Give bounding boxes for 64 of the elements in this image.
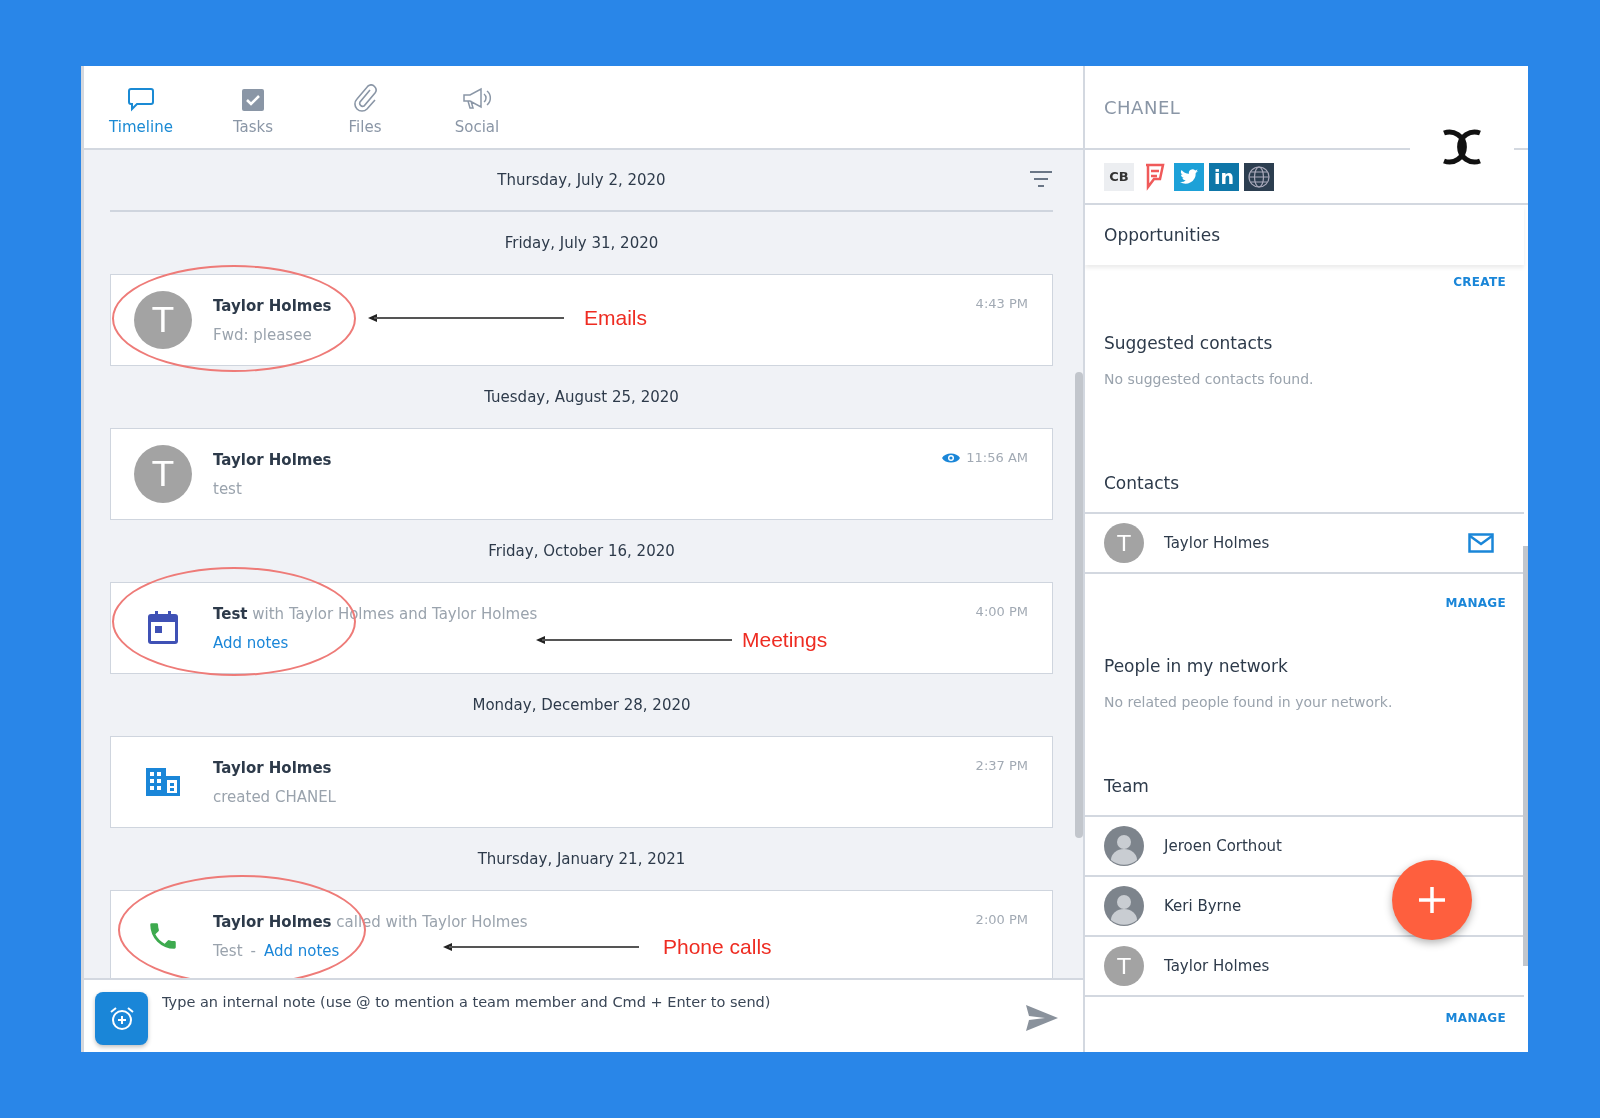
globe-icon[interactable]	[1244, 162, 1274, 191]
separator: -	[250, 941, 256, 960]
date-heading: Friday, October 16, 2020	[488, 542, 675, 560]
timeline-card[interactable]: T Taylor Holmes test 11:56 AM	[110, 428, 1053, 520]
section-title: Team	[1103, 776, 1150, 796]
add-notes-link[interactable]: Add notes	[213, 633, 289, 652]
annotation-label: Meetings	[742, 628, 828, 652]
date-heading: Friday, July 31, 2020	[504, 234, 659, 252]
manage-link[interactable]: MANAGE	[1445, 596, 1506, 610]
entry-time: 2:00 PM	[975, 912, 1028, 927]
team-member-row[interactable]: T Taylor Holmes	[1085, 937, 1524, 997]
scrollbar[interactable]	[1075, 372, 1083, 838]
megaphone-icon	[461, 86, 493, 112]
entry-time: 11:56 AM	[966, 450, 1028, 465]
calendar-icon	[146, 610, 180, 646]
avatar-icon: T	[1104, 946, 1144, 986]
entry-title: Taylor Holmes	[213, 450, 332, 469]
plus-icon	[1417, 885, 1447, 915]
entry-note: test	[213, 479, 242, 498]
create-link[interactable]: CREATE	[1453, 275, 1506, 289]
scrollbar[interactable]	[1523, 546, 1528, 966]
checkbox-icon	[241, 88, 265, 112]
profile-link[interactable]: in	[1209, 162, 1239, 191]
entry-time: 4:00 PM	[975, 604, 1028, 619]
entry-note: created CHANEL	[213, 787, 336, 806]
avatar-silhouette-icon	[1104, 886, 1144, 926]
date-heading: Thursday, July 2, 2020	[497, 171, 666, 189]
avatar-icon: T	[134, 445, 192, 503]
building-icon	[144, 766, 182, 798]
entry-title: Taylor Holmes	[213, 758, 332, 777]
filter-icon[interactable]	[1029, 170, 1053, 188]
date-heading: Tuesday, August 25, 2020	[484, 388, 679, 406]
paperclip-icon	[352, 84, 378, 112]
entry-title: Taylor Holmes	[213, 296, 332, 315]
entry-note: Fwd: pleasee	[213, 325, 312, 344]
section-title: Contacts	[1103, 473, 1180, 493]
empty-message: No suggested contacts found.	[1103, 371, 1315, 387]
note-input-field[interactable]: Type an internal note (use @ to mention a team member and Cmd + Enter to send)	[160, 993, 1025, 1011]
reminder-button[interactable]	[95, 992, 148, 1045]
avatar-silhouette-icon	[1104, 826, 1144, 866]
entry-note: Test	[213, 941, 243, 960]
avatar-icon: T	[1104, 523, 1144, 563]
manage-link[interactable]: MANAGE	[1445, 1011, 1506, 1025]
send-icon[interactable]	[1025, 1004, 1059, 1032]
contact-row[interactable]: T Taylor Holmes	[1085, 514, 1524, 574]
bird-icon[interactable]	[1174, 162, 1204, 191]
annotation-label: Phone calls	[663, 935, 772, 959]
chat-bubble-icon	[127, 86, 155, 112]
section-title: Suggested contacts	[1103, 333, 1274, 353]
entry-time: 4:43 PM	[975, 296, 1028, 311]
section-title: Opportunities	[1085, 205, 1524, 265]
annotation-label: Emails	[584, 306, 647, 330]
profile-link[interactable]: CB	[1104, 162, 1134, 191]
section-title: People in my network	[1103, 656, 1289, 676]
timeline-card[interactable]: Taylor Holmes created CHANEL 2:37 PM	[110, 736, 1053, 828]
date-heading: Monday, December 28, 2020	[472, 696, 691, 714]
entry-time: 2:37 PM	[975, 758, 1028, 773]
date-heading: Thursday, January 21, 2021	[477, 850, 686, 868]
company-name: CHANEL	[1104, 96, 1181, 118]
add-notes-link[interactable]: Add notes	[263, 941, 340, 960]
avatar-icon: T	[134, 291, 192, 349]
empty-message: No related people found in your network.	[1103, 694, 1394, 710]
mail-icon[interactable]	[1468, 533, 1494, 553]
tab[interactable]: Timeline	[85, 66, 197, 148]
